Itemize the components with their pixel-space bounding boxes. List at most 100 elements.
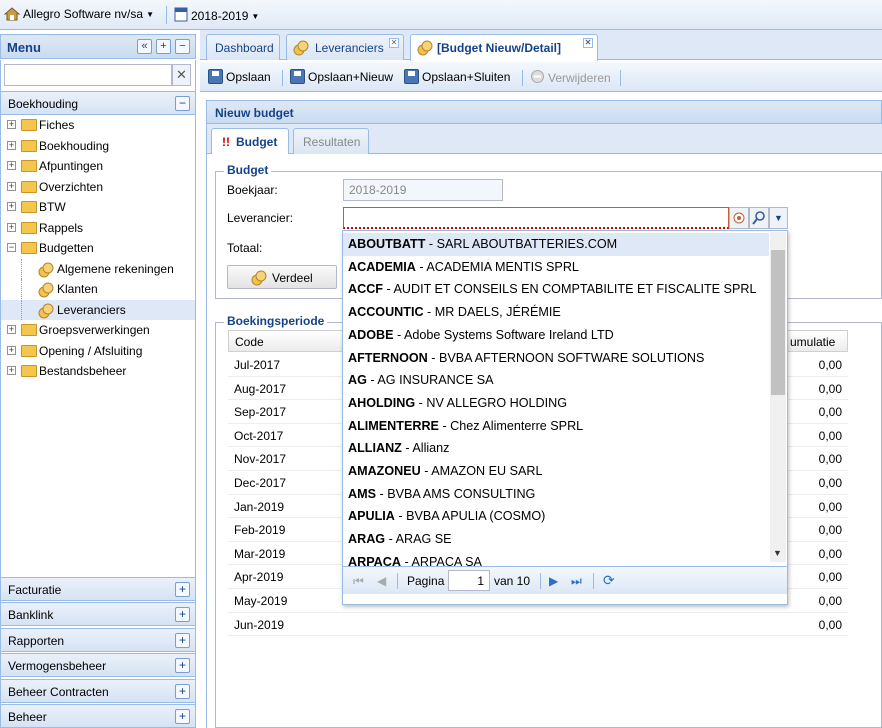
dropdown-option[interactable]: ALIMENTERRE - Chez Alimenterre SPRL [343, 415, 769, 438]
tree-item[interactable]: + Bestandsbeheer [1, 361, 195, 381]
dropdown-option[interactable]: ARAG - ARAG SE [343, 528, 769, 551]
expand-icon[interactable]: + [175, 709, 190, 724]
boekjaar-field[interactable]: 2018-2019 [343, 179, 503, 201]
tree-item[interactable]: + Rappels [1, 218, 195, 238]
collapse-section-icon[interactable]: − [175, 96, 190, 111]
tree-item[interactable]: + Afpuntingen [1, 156, 195, 176]
tree-item[interactable]: Leveranciers [1, 299, 195, 320]
refresh-icon[interactable]: ⟳ [603, 572, 615, 589]
tab-leveranciers[interactable]: Leveranciers ✕ [286, 34, 404, 60]
clear-icon[interactable] [729, 207, 749, 229]
dropdown-option[interactable]: AFTERNOON - BVBA AFTERNOON SOFTWARE SOLU… [343, 347, 769, 370]
close-icon[interactable]: ✕ [583, 38, 593, 48]
expand-icon[interactable]: + [7, 325, 16, 334]
menu-search-input[interactable] [4, 64, 172, 86]
chevron-down-icon[interactable]: ▼ [769, 207, 788, 229]
save-button[interactable]: Opslaan [208, 69, 271, 84]
tree-item[interactable]: Algemene rekeningen [1, 258, 195, 279]
dropdown-option[interactable]: AMS - BVBA AMS CONSULTING [343, 483, 769, 506]
tree-item[interactable]: + BTW [1, 197, 195, 217]
accordion-section[interactable]: Rapporten + [0, 627, 196, 652]
expand-icon[interactable]: + [7, 120, 16, 129]
expand-icon[interactable]: + [7, 181, 16, 191]
dropdown-option[interactable]: AHOLDING - NV ALLEGRO HOLDING [343, 392, 769, 415]
tree-item[interactable]: + Fiches [1, 115, 195, 135]
accordion-boekhouding[interactable]: Boekhouding − [0, 91, 196, 115]
save-new-button[interactable]: Opslaan+Nieuw [290, 69, 393, 84]
tree-item[interactable]: + Groepsverwerkingen [1, 320, 195, 340]
cell-code: Nov-2017 [234, 452, 287, 467]
company-selector[interactable]: Allegro Software nv/sa ▼ [3, 7, 154, 21]
expand-icon[interactable]: + [175, 607, 190, 623]
first-page-icon[interactable]: ⏮ [353, 574, 364, 589]
accordion-section[interactable]: Beheer + [0, 704, 196, 728]
cell-code: Feb-2019 [234, 523, 286, 538]
save-close-button[interactable]: Opslaan+Sluiten [404, 69, 510, 84]
last-page-icon[interactable]: ⏭ [571, 574, 582, 589]
expand-icon[interactable]: + [7, 202, 16, 211]
search-icon[interactable] [749, 207, 769, 229]
col-code[interactable]: Code [235, 335, 264, 349]
tab-budget[interactable]: !! Budget [211, 128, 289, 155]
close-icon[interactable]: ✕ [389, 38, 399, 48]
tree-item[interactable]: Klanten [1, 279, 195, 299]
collapse-icon[interactable]: « [137, 39, 152, 54]
expand-icon[interactable]: + [175, 658, 190, 674]
scroll-down-icon[interactable]: ▼ [773, 548, 782, 558]
tab-budget-detail[interactable]: [Budget Nieuw/Detail] ✕ [410, 34, 598, 61]
expand-icon[interactable]: + [7, 222, 16, 232]
verdeel-button[interactable]: Verdeel [227, 265, 337, 289]
expand-icon[interactable]: + [175, 582, 190, 597]
expand-icon[interactable]: + [7, 140, 16, 150]
leverancier-input[interactable] [343, 207, 729, 229]
collapse-icon[interactable]: − [7, 243, 16, 252]
delete-button[interactable]: Verwijderen [530, 69, 611, 87]
dropdown-option[interactable]: ACCF - AUDIT ET CONSEILS EN COMPTABILITE… [343, 278, 769, 301]
tree-item-label: BTW [39, 200, 66, 214]
clear-icon[interactable]: ✕ [172, 64, 191, 86]
cell-code: Mar-2019 [234, 546, 286, 561]
year-selector[interactable]: 2018-2019 ▼ [174, 7, 259, 25]
table-row[interactable]: Jun-2019 0,00 [228, 613, 848, 637]
dropdown-option[interactable]: ADOBE - Adobe Systems Software Ireland L… [343, 324, 769, 347]
cell-code: Dec-2017 [234, 476, 287, 490]
next-page-icon[interactable]: ▶ [549, 574, 558, 588]
tree-item[interactable]: − Budgetten [1, 238, 195, 258]
dropdown-option[interactable]: APULIA - BVBA APULIA (COSMO) [343, 505, 769, 528]
tab-dashboard[interactable]: Dashboard [206, 34, 280, 60]
page-input[interactable]: 1 [448, 570, 490, 591]
expand-icon[interactable]: + [175, 683, 190, 699]
accordion-section[interactable]: Banklink + [0, 602, 196, 627]
cell-code: Jun-2019 [234, 617, 285, 632]
dropdown-option[interactable]: ALLIANZ - Allianz [343, 437, 769, 460]
accordion-section[interactable]: Facturatie + [0, 577, 196, 601]
dropdown-option[interactable]: ACADEMIA - ACADEMIA MENTIS SPRL [343, 256, 769, 279]
accordion-label: Facturatie [8, 583, 62, 597]
tab-resultaten[interactable]: Resultaten [293, 128, 369, 154]
prev-page-icon[interactable]: ◀ [377, 574, 386, 588]
cell-code: Jan-2019 [234, 499, 285, 514]
dropdown-option[interactable]: ABOUTBATT - SARL ABOUTBATTERIES.COM [343, 233, 769, 256]
tree-item[interactable]: + Boekhouding [1, 136, 195, 156]
accordion-section[interactable]: Vermogensbeheer + [0, 653, 196, 678]
scrollbar-thumb[interactable] [771, 250, 785, 395]
col-cumulatie[interactable]: umulatie [785, 335, 835, 349]
expand-icon[interactable]: + [175, 632, 190, 648]
accordion-section[interactable]: Beheer Contracten + [0, 678, 196, 703]
option-code: ALIMENTERRE [348, 418, 439, 433]
minus-icon[interactable]: − [175, 39, 190, 54]
option-code: ACADEMIA [348, 259, 416, 274]
dropdown-option[interactable]: ACCOUNTIC - MR DAELS, JÉRÉMIE [343, 301, 769, 324]
plus-icon[interactable]: + [156, 39, 171, 54]
expand-icon[interactable]: + [7, 161, 16, 170]
expand-icon[interactable]: + [7, 345, 16, 355]
pager-label: Pagina [407, 574, 445, 588]
option-code: AFTERNOON [348, 350, 428, 365]
tree-item[interactable]: + Overzichten [1, 177, 195, 197]
dropdown-option[interactable]: AG - AG INSURANCE SA [343, 369, 769, 392]
divider [620, 70, 621, 86]
dropdown-option[interactable]: AMAZONEU - AMAZON EU SARL [343, 460, 769, 483]
tree-item-label: Overzichten [39, 179, 104, 194]
tree-item[interactable]: + Opening / Afsluiting [1, 341, 195, 361]
expand-icon[interactable]: + [7, 366, 16, 375]
